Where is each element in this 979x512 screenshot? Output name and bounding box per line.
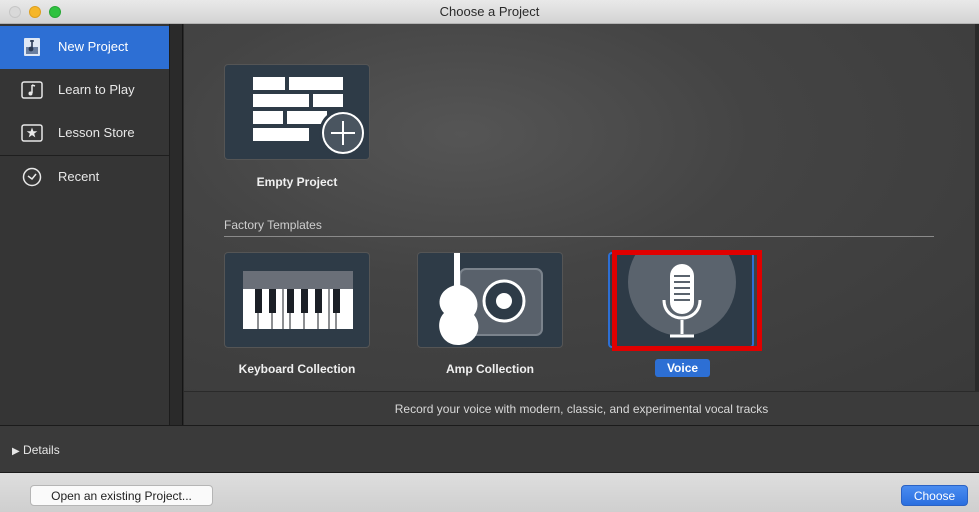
amp-collection-tile[interactable] (417, 252, 563, 348)
details-label: Details (23, 443, 60, 457)
template-description: Record your voice with modern, classic, … (184, 391, 979, 425)
sidebar-item-lesson-store[interactable]: Lesson Store (0, 112, 169, 155)
sidebar-item-recent[interactable]: Recent (0, 156, 169, 199)
choose-button[interactable]: Choose (901, 485, 968, 506)
details-disclosure[interactable]: ▶ Details (0, 425, 979, 473)
details-toggle[interactable]: ▶ Details (12, 443, 60, 457)
voice-label: Voice (655, 359, 710, 377)
window-title: Choose a Project (439, 4, 540, 19)
template-browser: Empty Project Factory Templates Keyboard… (184, 24, 979, 391)
keyboard-icon (243, 271, 353, 329)
sidebar-item-label: Recent (58, 169, 100, 184)
sidebar-item-label: Learn to Play (58, 82, 135, 97)
brick-wall-plus-icon (253, 77, 367, 157)
footer-bar: Open an existing Project... Choose (0, 473, 979, 512)
clock-icon (21, 167, 43, 187)
section-divider (224, 236, 934, 237)
section-heading: Factory Templates (224, 218, 322, 232)
keyboard-collection-tile[interactable] (224, 252, 370, 348)
open-existing-project-button[interactable]: Open an existing Project... (30, 485, 213, 506)
highlight-box (612, 250, 762, 351)
guitar-amp-icon (439, 253, 543, 345)
sidebar-item-new-project[interactable]: New Project (0, 26, 169, 69)
amp-collection-label: Amp Collection (445, 362, 534, 376)
lesson-store-icon (21, 123, 43, 143)
sidebar-item-label: Lesson Store (58, 125, 135, 140)
sidebar-splitter[interactable] (170, 24, 183, 425)
sidebar-item-learn-to-play[interactable]: Learn to Play (0, 69, 169, 112)
sidebar: New Project Learn to Play Lesson Store R… (0, 24, 170, 425)
new-project-icon (21, 37, 43, 57)
disclosure-triangle-icon: ▶ (12, 446, 20, 457)
keyboard-collection-label: Keyboard Collection (238, 362, 356, 376)
empty-project-label: Empty Project (256, 175, 338, 189)
empty-project-tile[interactable] (224, 64, 370, 160)
learn-to-play-icon (21, 80, 43, 100)
title-bar: Choose a Project (0, 0, 979, 24)
sidebar-item-label: New Project (58, 39, 129, 54)
